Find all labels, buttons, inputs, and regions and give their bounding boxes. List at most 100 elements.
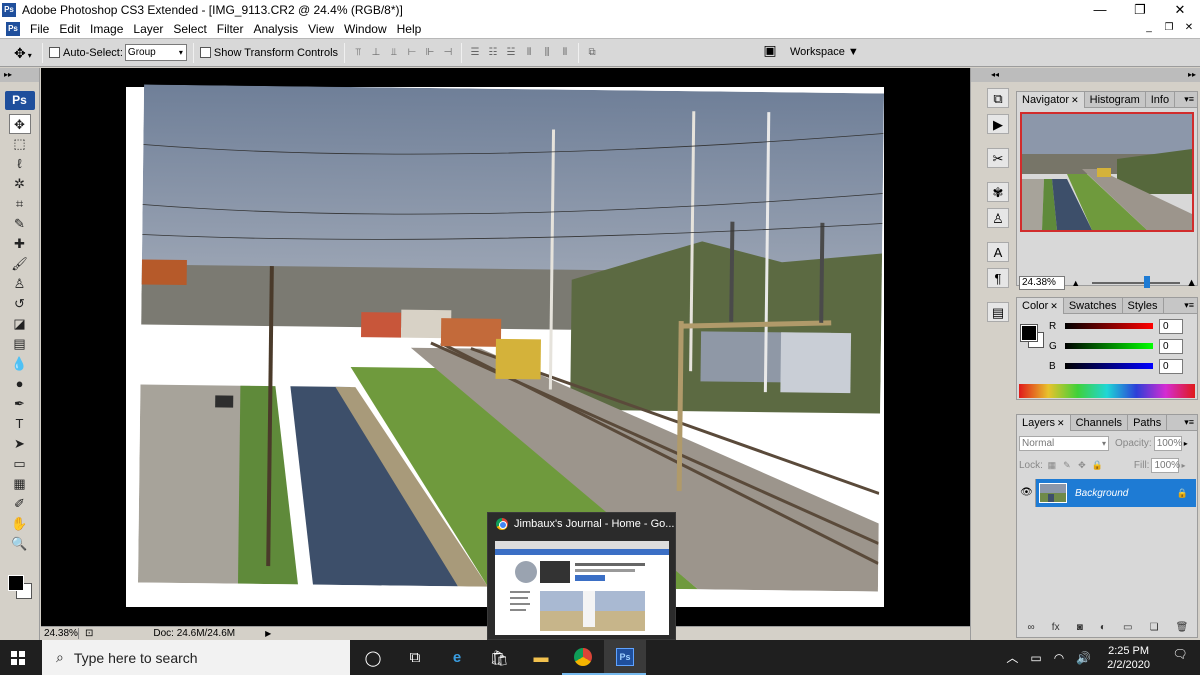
fill-arrow-icon[interactable]: ▸ bbox=[1181, 461, 1185, 470]
brushes-panel-icon[interactable]: ✾ bbox=[987, 182, 1009, 202]
magic-wand-tool-icon[interactable]: ✲ bbox=[9, 174, 31, 194]
auto-align-layers-icon[interactable]: ⧉ bbox=[585, 46, 599, 60]
align-top-icon[interactable]: ⫪ bbox=[351, 46, 365, 60]
bridge-icon[interactable]: ▣ bbox=[760, 42, 780, 62]
dodge-tool-icon[interactable]: ● bbox=[9, 374, 31, 394]
volume-icon[interactable]: 🔊 bbox=[1076, 651, 1091, 665]
distribute-vcenter-icon[interactable]: ☷ bbox=[486, 46, 500, 60]
auto-select-option[interactable]: Auto-Select: bbox=[49, 47, 123, 59]
distribute-bottom-icon[interactable]: ☱ bbox=[504, 46, 518, 60]
chrome-taskbar-icon[interactable] bbox=[562, 640, 604, 675]
navigator-zoom-field[interactable]: 24.38% bbox=[1019, 276, 1066, 290]
lasso-tool-icon[interactable]: ℓ bbox=[9, 154, 31, 174]
chevron-up-icon[interactable]: ︿ bbox=[1006, 649, 1018, 666]
auto-select-checkbox[interactable] bbox=[49, 47, 60, 58]
new-layer-icon[interactable]: ❏ bbox=[1150, 622, 1159, 633]
clone-source-icon[interactable]: ♙ bbox=[987, 208, 1009, 228]
layer-comps-icon[interactable]: ▤ bbox=[987, 302, 1009, 322]
menu-edit[interactable]: Edit bbox=[59, 22, 80, 36]
blue-slider[interactable] bbox=[1065, 363, 1153, 369]
green-slider[interactable] bbox=[1065, 343, 1153, 349]
blend-mode-dropdown[interactable]: Normal ▾ bbox=[1019, 435, 1109, 451]
opacity-arrow-icon[interactable]: ▸ bbox=[1184, 439, 1188, 448]
taskbar-clock[interactable]: 2:25 PM 2/2/2020 bbox=[1107, 644, 1150, 672]
navigator-zoom-slider[interactable] bbox=[1092, 276, 1181, 288]
tab-paths[interactable]: Paths bbox=[1128, 415, 1168, 431]
tab-navigator[interactable]: Navigator ✕ bbox=[1017, 92, 1085, 108]
menu-help[interactable]: Help bbox=[397, 22, 422, 36]
distribute-left-icon[interactable]: ⦀ bbox=[522, 46, 536, 60]
task-view-button[interactable]: ⧉ bbox=[394, 640, 436, 675]
taskbar-search-box[interactable]: ⌕ Type here to search bbox=[42, 640, 350, 675]
clone-stamp-tool-icon[interactable]: ♙ bbox=[9, 274, 31, 294]
tab-color[interactable]: Color ✕ bbox=[1017, 298, 1064, 314]
slice-tool-icon[interactable]: ✎ bbox=[9, 214, 31, 234]
menu-filter[interactable]: Filter bbox=[217, 22, 244, 36]
file-explorer-icon[interactable]: ▬ bbox=[520, 640, 562, 675]
eraser-tool-icon[interactable]: ◪ bbox=[9, 314, 31, 334]
photoshop-taskbar-icon[interactable]: Ps bbox=[604, 640, 646, 675]
actions-panel-icon[interactable]: ▶ bbox=[987, 114, 1009, 134]
zoom-in-icon[interactable]: ▲ bbox=[1186, 277, 1197, 289]
tab-layers[interactable]: Layers ✕ bbox=[1017, 415, 1071, 431]
zoom-tool-icon[interactable]: 🔍 bbox=[9, 534, 31, 554]
green-value-field[interactable]: 0 bbox=[1159, 338, 1183, 354]
cortana-button[interactable]: ◯ bbox=[352, 640, 394, 675]
eyedropper-tool-icon[interactable]: ✐ bbox=[9, 494, 31, 514]
tab-histogram[interactable]: Histogram bbox=[1085, 92, 1146, 108]
store-icon[interactable]: 🛍 bbox=[478, 640, 520, 675]
close-icon[interactable]: ✕ bbox=[1071, 95, 1079, 105]
action-center-icon[interactable]: 🗨 bbox=[1166, 647, 1194, 669]
align-right-icon[interactable]: ⊣ bbox=[441, 46, 455, 60]
layer-name[interactable]: Background bbox=[1075, 488, 1128, 499]
doc-close-button[interactable]: ✕ bbox=[1182, 21, 1196, 35]
align-bottom-icon[interactable]: ⫫ bbox=[387, 46, 401, 60]
tab-channels[interactable]: Channels bbox=[1071, 415, 1129, 431]
lock-position-icon[interactable]: ✥ bbox=[1077, 460, 1087, 470]
red-value-field[interactable]: 0 bbox=[1159, 318, 1183, 334]
red-slider[interactable] bbox=[1065, 323, 1153, 329]
align-vcenter-icon[interactable]: ⊥ bbox=[369, 46, 383, 60]
link-layers-icon[interactable]: ∞ bbox=[1028, 622, 1035, 633]
healing-brush-tool-icon[interactable]: ✚ bbox=[9, 234, 31, 254]
lock-all-icon[interactable]: 🔒 bbox=[1092, 460, 1103, 470]
move-tool-preset-icon[interactable]: ✥ ▾ bbox=[14, 44, 36, 62]
distribute-hcenter-icon[interactable]: ⫼ bbox=[540, 46, 554, 60]
character-panel-icon[interactable]: A bbox=[987, 242, 1009, 262]
zoom-slider-handle[interactable] bbox=[1143, 276, 1150, 288]
maximize-button[interactable]: ❐ bbox=[1120, 0, 1160, 19]
zoom-out-icon[interactable]: ▲ bbox=[1071, 278, 1080, 288]
distribute-top-icon[interactable]: ☰ bbox=[468, 46, 482, 60]
delete-layer-icon[interactable]: 🗑 bbox=[1176, 622, 1189, 633]
paragraph-panel-icon[interactable]: ¶ bbox=[987, 268, 1009, 288]
align-hcenter-icon[interactable]: ⊩ bbox=[423, 46, 437, 60]
lock-transparency-icon[interactable]: ▦ bbox=[1047, 460, 1057, 470]
fx-icon[interactable]: fx bbox=[1052, 622, 1060, 633]
opacity-field[interactable]: 100% bbox=[1153, 435, 1182, 451]
zoom-level-field[interactable]: 24.38% bbox=[41, 628, 79, 639]
tab-info[interactable]: Info bbox=[1146, 92, 1176, 108]
navigator-preview[interactable] bbox=[1020, 112, 1194, 232]
status-info-icon[interactable]: ⊡ bbox=[85, 628, 93, 639]
auto-select-dropdown[interactable]: Group ▾ bbox=[124, 44, 187, 61]
foreground-color-chip[interactable] bbox=[1020, 324, 1038, 342]
history-brush-tool-icon[interactable]: ↺ bbox=[9, 294, 31, 314]
preview-thumbnail[interactable] bbox=[495, 541, 669, 635]
move-tool-icon[interactable]: ✥ bbox=[8, 114, 31, 134]
close-icon[interactable]: ✕ bbox=[1050, 301, 1058, 311]
status-menu-arrow-icon[interactable]: ▶ bbox=[265, 629, 271, 638]
color-spectrum-bar[interactable] bbox=[1019, 384, 1195, 398]
menu-window[interactable]: Window bbox=[344, 22, 387, 36]
add-mask-icon[interactable]: ◙ bbox=[1077, 622, 1083, 633]
workspace-menu[interactable]: Workspace ▼ bbox=[790, 46, 859, 58]
distribute-right-icon[interactable]: ⫴ bbox=[558, 46, 572, 60]
close-icon[interactable]: ✕ bbox=[1057, 418, 1065, 428]
show-transform-checkbox[interactable] bbox=[199, 47, 211, 58]
history-panel-icon[interactable]: ⧉ bbox=[987, 88, 1009, 108]
lock-pixels-icon[interactable]: ✎ bbox=[1062, 460, 1072, 470]
menu-image[interactable]: Image bbox=[90, 22, 123, 36]
eye-icon[interactable]: 👁 bbox=[1018, 479, 1036, 507]
dock-collapse-handle[interactable]: ▸▸ bbox=[1014, 68, 1200, 82]
notes-tool-icon[interactable]: ▦ bbox=[9, 474, 31, 494]
brush-tool-icon[interactable]: 🖌 bbox=[9, 254, 31, 274]
